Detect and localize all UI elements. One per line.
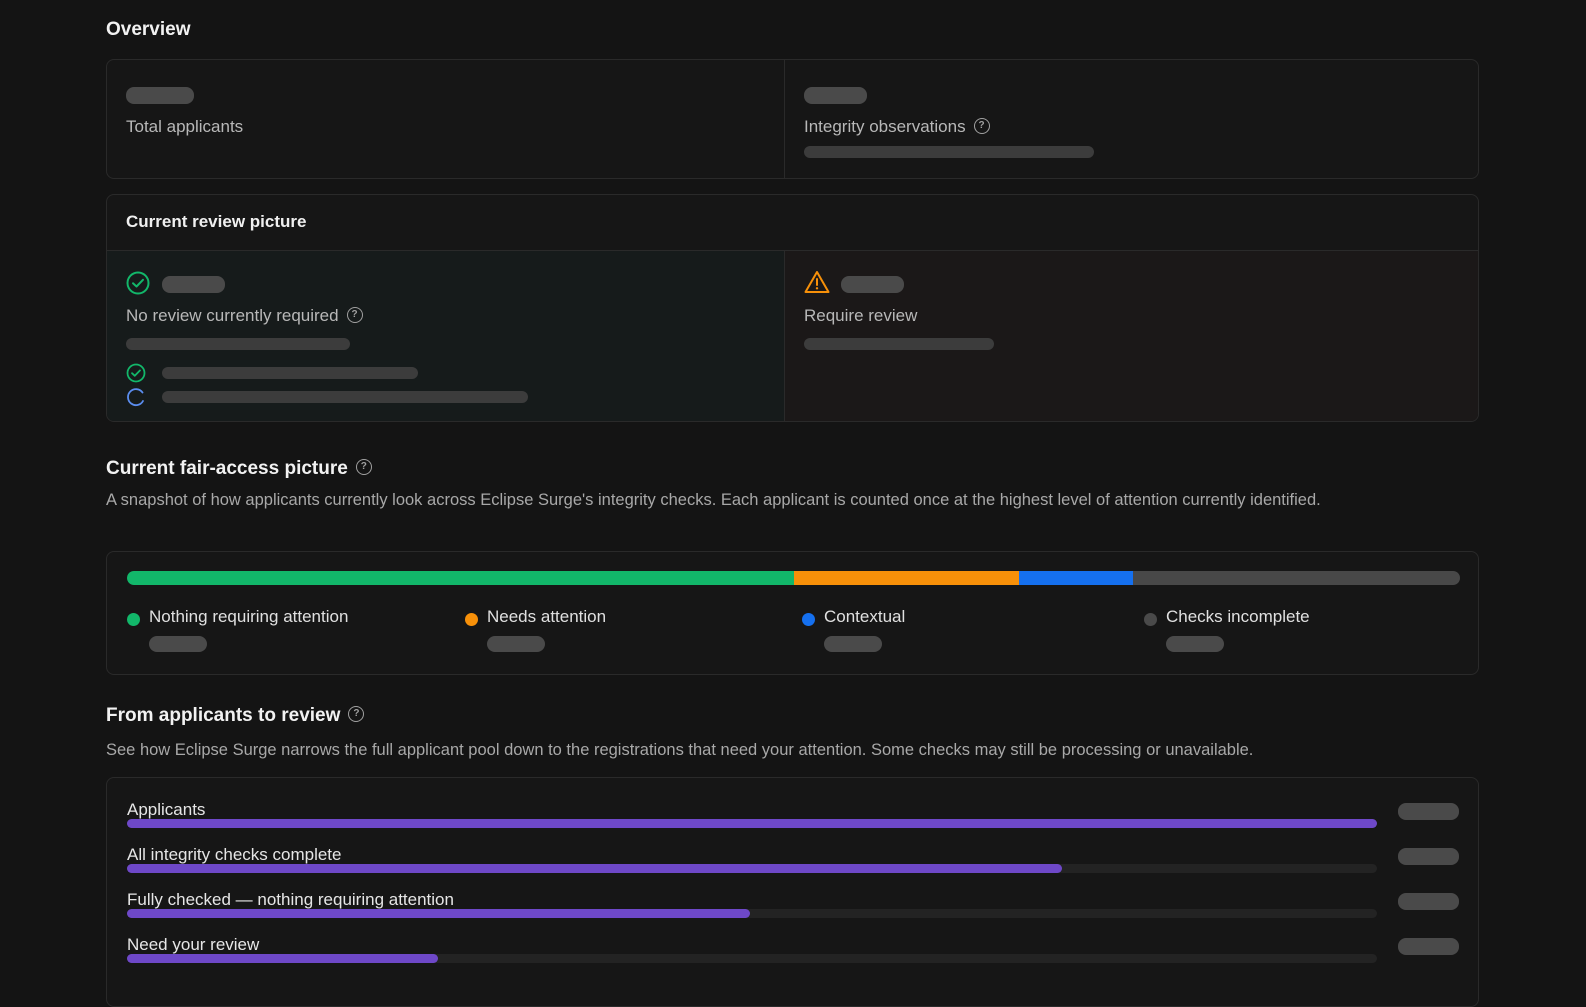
integrity-observations-label: Integrity observations? [804,117,990,137]
legend-label: Checks incomplete [1166,607,1310,626]
funnel-description: See how Eclipse Surge narrows the full a… [106,741,1254,759]
funnel-value-skeleton [1398,848,1459,865]
no-review-label: No review currently required? [126,306,363,326]
total-applicants-label: Total applicants [126,117,244,136]
funnel-track [127,954,1377,963]
funnel-track [127,819,1377,828]
funnel-fill [127,954,439,963]
funnel-value-skeleton [1398,938,1459,955]
no-review-detail-skeleton [126,338,350,350]
fair-access-title: Current fair-access picture? [106,458,372,480]
funnel-row-label: Need your review [127,935,260,954]
spinner-icon [127,388,144,407]
stacked-bar-segment-3 [1133,571,1460,585]
funnel-value-skeleton [1398,803,1459,820]
overview-title: Overview [106,19,191,40]
legend-value-skeleton [824,636,882,652]
funnel-row-label: Fully checked — nothing requiring attent… [127,890,454,909]
legend-value-skeleton [149,636,207,652]
warning-triangle-icon [804,271,830,293]
check-circle-icon [126,363,146,383]
stacked-bar-segment-1 [793,571,1019,585]
divider [784,60,785,178]
integrity-observations-value-skeleton [804,87,867,104]
review-picture-card: Current review picture No review current… [106,194,1479,422]
help-icon[interactable]: ? [348,705,365,722]
help-icon[interactable]: ? [355,458,372,475]
total-applicants-value-skeleton [126,87,194,104]
funnel-title: From applicants to review? [106,705,365,727]
legend-dot [1144,613,1157,626]
help-icon[interactable]: ? [973,117,990,134]
integrity-observations-detail-skeleton [804,146,1094,158]
checks-complete-skeleton [162,367,418,379]
legend-dot [465,613,478,626]
fair-access-description: A snapshot of how applicants currently l… [106,491,1321,509]
funnel-value-skeleton [1398,893,1459,910]
require-review-detail-skeleton [804,338,994,350]
legend-label: Contextual [824,607,906,626]
legend-value-skeleton [1166,636,1224,652]
require-review-value-skeleton [841,276,904,293]
funnel-track [127,909,1377,918]
funnel-track [127,864,1377,873]
review-picture-title: Current review picture [126,212,307,231]
funnel-fill [127,864,1062,873]
legend-dot [127,613,140,626]
checks-processing-skeleton [162,391,528,403]
funnel-row-label: Applicants [127,800,206,819]
overview-card: Total applicants Integrity observations? [106,59,1479,179]
funnel-fill [127,909,750,918]
stacked-bar-segment-2 [1018,571,1134,585]
legend-label: Nothing requiring attention [149,607,349,626]
fair-access-stacked-bar [127,571,1460,585]
no-review-panel: No review currently required? [107,251,784,421]
legend-dot [802,613,815,626]
no-review-value-skeleton [162,276,225,293]
check-circle-icon [126,271,150,295]
require-review-panel: Require review [785,251,1478,421]
legend-value-skeleton [487,636,545,652]
stacked-bar-segment-0 [127,571,794,585]
legend-label: Needs attention [487,607,607,626]
help-icon[interactable]: ? [346,306,363,323]
require-review-label: Require review [804,306,918,325]
funnel-row-label: All integrity checks complete [127,845,342,864]
funnel-fill [127,819,1377,828]
